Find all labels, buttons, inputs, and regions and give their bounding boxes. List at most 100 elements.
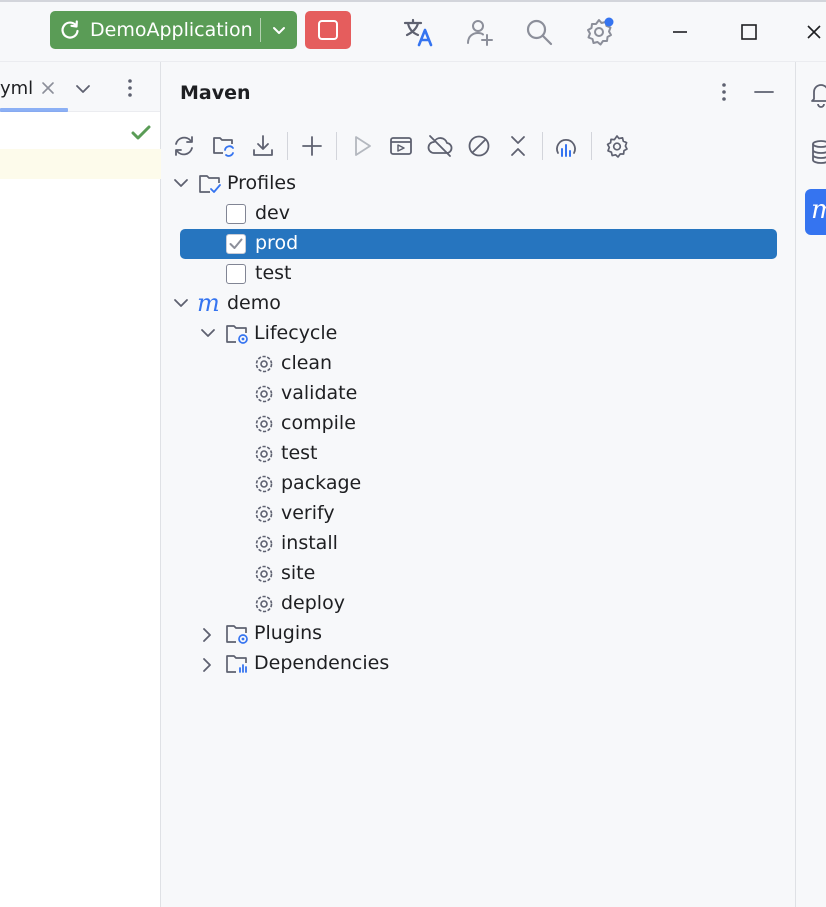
- run-configuration-selector[interactable]: DemoApplication: [50, 11, 297, 49]
- stop-button[interactable]: [305, 11, 351, 49]
- settings-icon[interactable]: [581, 14, 617, 50]
- tree-node-dependencies[interactable]: Dependencies: [180, 649, 777, 679]
- maven-toolbar: [162, 126, 795, 166]
- toolbar-separator: [287, 132, 288, 160]
- toolbar-separator: [336, 132, 337, 160]
- kebab-icon[interactable]: [121, 76, 139, 100]
- chevron-down-icon[interactable]: [172, 176, 190, 192]
- toolbar-separator: [542, 132, 543, 160]
- add-icon[interactable]: [297, 130, 327, 162]
- kebab-icon[interactable]: [713, 80, 735, 104]
- minimize-window-icon[interactable]: [662, 14, 698, 50]
- generate-sources-icon[interactable]: [209, 130, 239, 162]
- gear-icon[interactable]: [602, 130, 632, 162]
- lifecycle-goal-verify[interactable]: verify: [180, 499, 777, 529]
- lifecycle-goal-validate[interactable]: validate: [180, 379, 777, 409]
- gear-icon: [253, 353, 275, 375]
- profile-checkbox[interactable]: [226, 264, 246, 284]
- close-icon[interactable]: [40, 80, 56, 96]
- gear-icon: [253, 593, 275, 615]
- tree-node-label: Profiles: [227, 172, 296, 194]
- translate-icon[interactable]: [400, 14, 436, 50]
- tree-node-label: Lifecycle: [254, 322, 338, 344]
- add-user-icon[interactable]: [462, 14, 498, 50]
- tree-node-label: demo: [227, 292, 281, 314]
- folder-icon: [198, 173, 224, 195]
- lifecycle-goal-test[interactable]: test: [180, 439, 777, 469]
- skip-tests-icon[interactable]: [464, 130, 494, 162]
- maven-icon[interactable]: m: [805, 189, 826, 235]
- gear-icon: [253, 383, 275, 405]
- goal-label: deploy: [281, 592, 345, 614]
- execute-goal-icon[interactable]: [386, 130, 416, 162]
- chevron-down-icon[interactable]: [172, 296, 190, 312]
- editor-tab-label[interactable]: yml: [0, 78, 33, 99]
- offline-icon[interactable]: [425, 130, 455, 162]
- goal-label: test: [281, 442, 318, 464]
- lifecycle-goal-deploy[interactable]: deploy: [180, 589, 777, 619]
- reload-all-icon[interactable]: [169, 130, 199, 162]
- profile-item-dev[interactable]: dev: [180, 199, 777, 229]
- chevron-right-icon[interactable]: [199, 656, 215, 674]
- gear-icon: [253, 473, 275, 495]
- right-tool-strip: m: [795, 62, 826, 907]
- maven-tool-window: Maven Profiles dev prod test m demo Life…: [162, 62, 795, 907]
- profile-label: dev: [255, 202, 290, 224]
- analyze-icon[interactable]: [551, 130, 581, 162]
- lifecycle-goal-compile[interactable]: compile: [180, 409, 777, 439]
- maximize-window-icon[interactable]: [731, 14, 767, 50]
- maven-icon: m: [197, 289, 220, 317]
- tree-node-project[interactable]: m demo: [174, 289, 777, 319]
- chevron-down-icon[interactable]: [261, 11, 297, 49]
- tree-node-label: Dependencies: [254, 652, 390, 674]
- lifecycle-goal-site[interactable]: site: [180, 559, 777, 589]
- chevron-down-icon[interactable]: [199, 326, 217, 342]
- profile-label: prod: [255, 232, 299, 254]
- tree-node-plugins[interactable]: Plugins: [180, 619, 777, 649]
- goal-label: verify: [281, 502, 335, 524]
- reload-icon[interactable]: [50, 11, 90, 49]
- lifecycle-goal-package[interactable]: package: [180, 469, 777, 499]
- database-icon[interactable]: [810, 138, 826, 166]
- active-tab-indicator: [0, 108, 68, 112]
- title-bar: DemoApplication: [0, 0, 826, 62]
- tree-node-profiles[interactable]: Profiles: [174, 169, 777, 199]
- gear-icon: [253, 503, 275, 525]
- profile-checkbox[interactable]: [226, 204, 246, 224]
- editor-area: yml: [0, 62, 161, 907]
- goal-label: validate: [281, 382, 358, 404]
- minimize-icon[interactable]: [752, 80, 776, 104]
- gear-icon: [253, 563, 275, 585]
- notifications-icon[interactable]: [810, 80, 826, 108]
- chevron-down-icon[interactable]: [74, 80, 92, 98]
- tree-node-lifecycle[interactable]: Lifecycle: [180, 319, 777, 349]
- checkmark-icon: [131, 124, 151, 142]
- chevron-right-icon[interactable]: [199, 626, 215, 644]
- close-window-icon[interactable]: [804, 14, 826, 50]
- folder-icon: [225, 323, 251, 345]
- current-line-highlight: [0, 149, 161, 179]
- editor-tab-bar: yml: [0, 62, 160, 112]
- gear-icon: [253, 443, 275, 465]
- folder-icon: [225, 623, 251, 645]
- profile-item-test[interactable]: test: [180, 259, 777, 289]
- profile-item-prod[interactable]: prod: [180, 229, 777, 259]
- run-icon[interactable]: [347, 130, 377, 162]
- search-icon[interactable]: [521, 14, 557, 50]
- panel-title: Maven: [180, 82, 251, 104]
- run-configuration-name: DemoApplication: [90, 19, 253, 41]
- lifecycle-goal-install[interactable]: install: [180, 529, 777, 559]
- goal-label: clean: [281, 352, 333, 374]
- lifecycle-goal-clean[interactable]: clean: [180, 349, 777, 379]
- download-icon[interactable]: [248, 130, 278, 162]
- goal-label: site: [281, 562, 316, 584]
- checkmark-icon: [229, 238, 243, 249]
- profile-label: test: [255, 262, 292, 284]
- profile-checkbox[interactable]: [226, 234, 246, 254]
- goal-label: compile: [281, 412, 356, 434]
- gear-icon: [253, 533, 275, 555]
- collapse-icon[interactable]: [503, 130, 533, 162]
- goal-label: install: [281, 532, 338, 554]
- toolbar-separator: [591, 132, 592, 160]
- gear-icon: [253, 413, 275, 435]
